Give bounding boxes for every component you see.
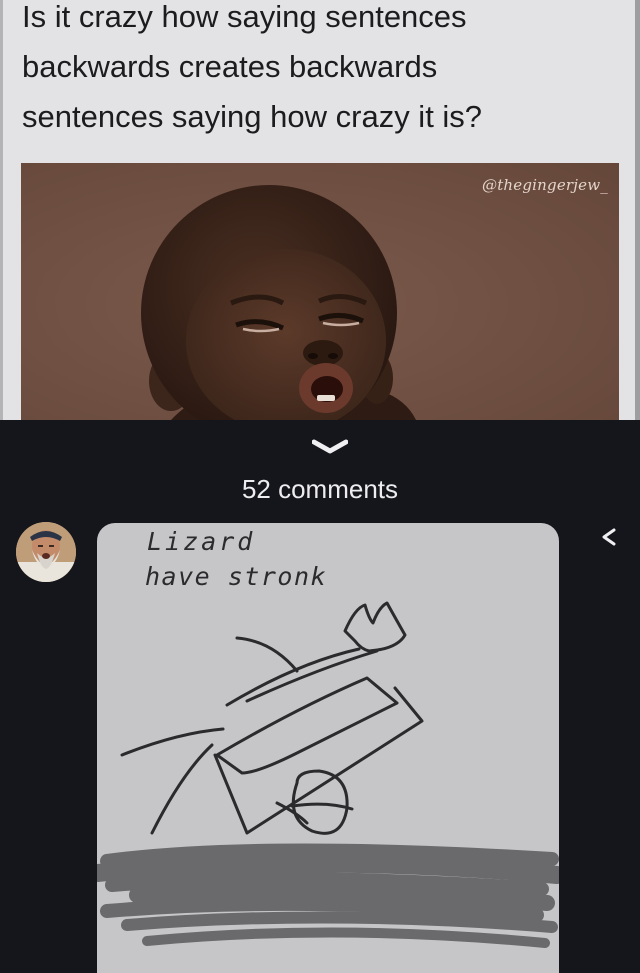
drawing-text-line-1: Lizard: [147, 527, 255, 556]
post-card-left-edge: [0, 0, 3, 420]
lizard-drawing: Lizard have stronk: [97, 527, 559, 948]
post-text: Is it crazy how saying sentences backwar…: [22, 0, 483, 134]
post-card-right-edge: [635, 0, 640, 420]
meme-image: [21, 163, 619, 420]
comments-count[interactable]: 52 comments: [0, 474, 640, 505]
post-card: Is it crazy how saying sentences backwar…: [0, 0, 640, 420]
avatar[interactable]: [16, 522, 76, 582]
chevron-down-icon[interactable]: [312, 438, 348, 456]
reply-icon[interactable]: [596, 525, 622, 549]
bearded-man-avatar: [16, 522, 76, 582]
comment-drawing: Lizard have stronk: [97, 523, 559, 973]
drawing-text-line-2: have stronk: [145, 562, 327, 591]
image-watermark: @thegingerjew_: [482, 176, 608, 194]
